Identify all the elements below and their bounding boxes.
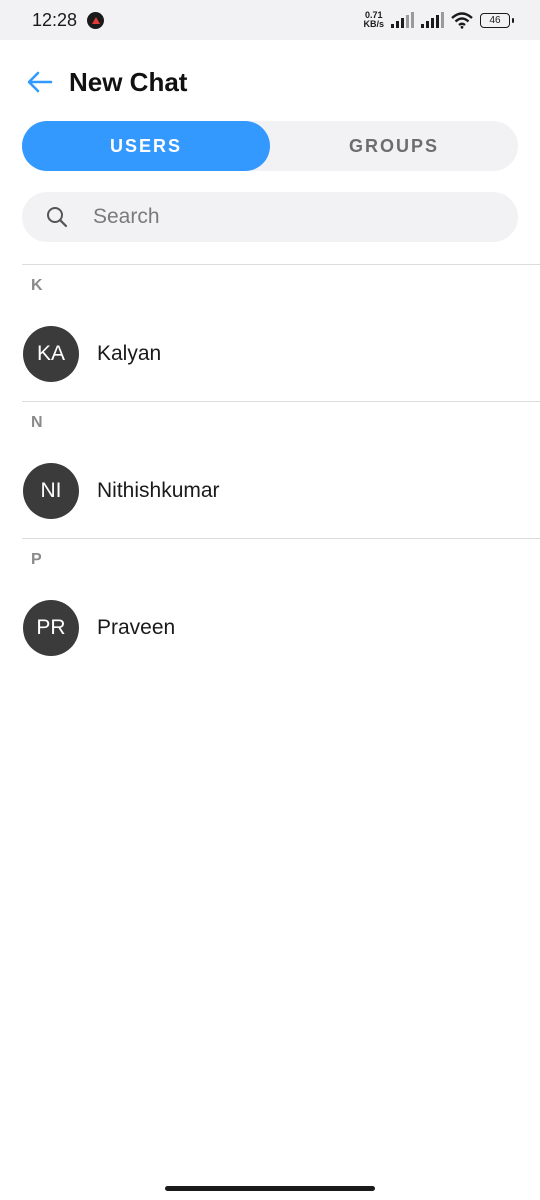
search-bar[interactable]: [22, 192, 518, 242]
search-input[interactable]: [93, 205, 473, 229]
search-icon: [47, 207, 68, 228]
back-button[interactable]: [24, 66, 56, 98]
battery-icon: 46: [480, 12, 514, 28]
signal-strength-icon-2: [421, 12, 444, 28]
contact-name: Kalyan: [97, 342, 162, 365]
home-indicator[interactable]: [165, 1186, 375, 1191]
contact-row-praveen[interactable]: PR Praveen: [0, 581, 540, 675]
section-header: K: [31, 277, 43, 294]
wifi-icon: [451, 11, 473, 29]
network-speed: 0.71 KB/s: [363, 11, 384, 29]
avatar: NI: [23, 463, 79, 519]
status-right: 0.71 KB/s 46: [363, 11, 514, 29]
tab-users[interactable]: USERS: [22, 121, 270, 171]
network-speed-unit: KB/s: [363, 19, 384, 29]
status-left: 12:28: [32, 9, 105, 31]
status-bar: 12:28 0.71 KB/s 46: [0, 0, 540, 40]
section-header: N: [31, 414, 43, 431]
contact-section-p: P PR Praveen: [22, 538, 540, 675]
status-time: 12:28: [32, 9, 78, 30]
contacts-list: K KA Kalyan N NI Nithishkumar P PR Prave…: [0, 264, 540, 675]
screen-record-icon: [87, 11, 105, 29]
signal-strength-icon-1: [391, 12, 414, 28]
app-header: New Chat: [0, 40, 540, 124]
back-arrow-icon: [27, 71, 53, 93]
battery-level: 46: [489, 14, 501, 26]
contact-row-kalyan[interactable]: KA Kalyan: [0, 307, 540, 401]
contact-row-nithishkumar[interactable]: NI Nithishkumar: [0, 444, 540, 538]
tab-switcher: USERS GROUPS: [22, 121, 518, 171]
contact-name: Nithishkumar: [97, 479, 220, 502]
page-title: New Chat: [69, 66, 188, 97]
tab-groups[interactable]: GROUPS: [270, 121, 518, 171]
section-header: P: [31, 551, 42, 568]
contact-section-n: N NI Nithishkumar: [22, 401, 540, 538]
contact-name: Praveen: [97, 616, 176, 639]
avatar: PR: [23, 600, 79, 656]
contact-section-k: K KA Kalyan: [22, 264, 540, 401]
avatar: KA: [23, 326, 79, 382]
